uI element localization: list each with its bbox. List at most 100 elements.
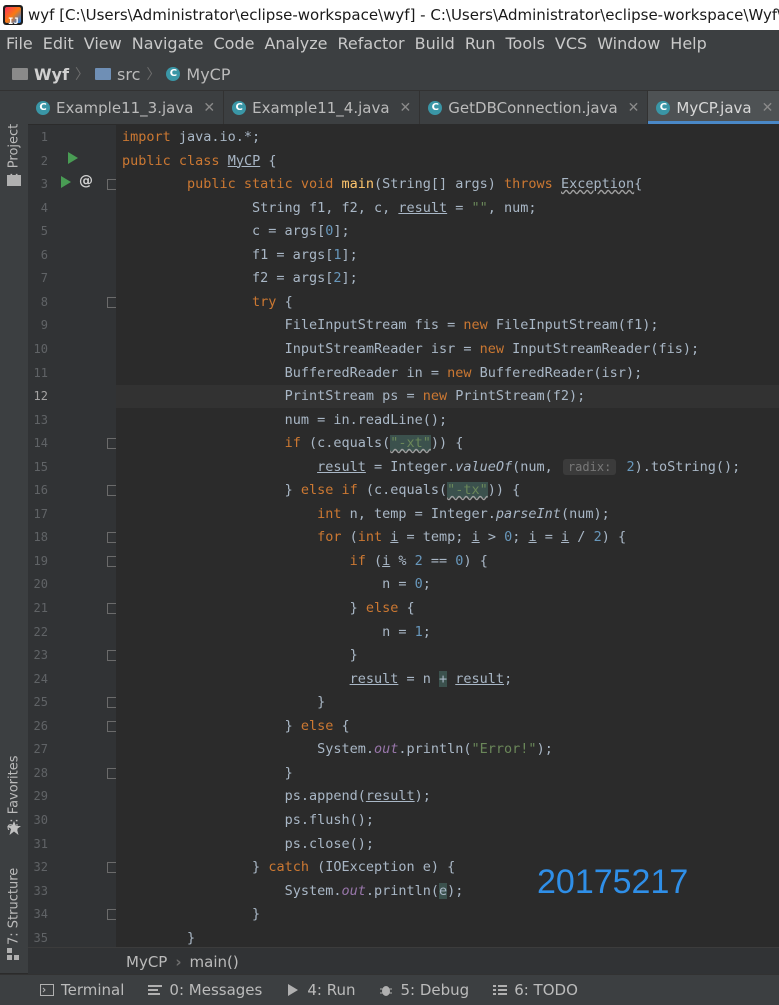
fold-marker-icon[interactable] — [107, 862, 116, 874]
fold-marker-icon[interactable] — [107, 650, 116, 662]
variable: i — [561, 529, 570, 546]
nav-folder[interactable]: src — [95, 65, 140, 84]
line-number: 20 — [33, 577, 48, 592]
variable: i — [528, 529, 537, 546]
line-number: 7 — [40, 271, 48, 286]
tab-mycp[interactable]: C MyCP.java ✕ — [648, 91, 779, 124]
variable: result — [398, 199, 448, 216]
debug-tool-button[interactable]: 5: Debug — [379, 981, 469, 999]
menu-navigate[interactable]: Navigate — [126, 30, 208, 58]
breadcrumb-class[interactable]: MyCP — [126, 953, 167, 971]
fold-marker-icon[interactable] — [107, 697, 116, 709]
menu-tools[interactable]: Tools — [500, 30, 549, 58]
menu-code[interactable]: Code — [208, 30, 259, 58]
todo-tool-button[interactable]: 6: TODO — [493, 981, 578, 999]
line-number: 9 — [40, 318, 48, 333]
code-text: / — [569, 529, 594, 546]
menu-run[interactable]: Run — [459, 30, 500, 58]
code-text: > — [479, 529, 505, 546]
terminal-icon — [40, 984, 54, 996]
string-literal: "Error!" — [471, 741, 537, 758]
code-text: } — [252, 859, 269, 876]
tab-example11-3[interactable]: C Example11_3.java ✕ — [28, 91, 225, 124]
line-number: 8 — [40, 294, 48, 309]
code-line-35: } — [122, 927, 195, 947]
terminal-tool-button[interactable]: Terminal — [40, 981, 124, 999]
code-line-21: } else { — [122, 597, 415, 620]
editor-breadcrumbs: MyCP › main() — [28, 947, 779, 975]
breadcrumb-method[interactable]: main() — [190, 953, 239, 971]
code-line-1: import java.io.*; — [122, 126, 260, 149]
line-number: 11 — [33, 365, 48, 380]
line-number: 24 — [33, 671, 48, 686]
window-title: wyf [C:\Users\Administrator\eclipse-work… — [28, 6, 779, 24]
code-text: } — [187, 929, 196, 946]
menu-file[interactable]: File — [0, 30, 37, 58]
nav-file[interactable]: C MyCP — [166, 65, 231, 84]
tab-label: Example11_3.java — [56, 98, 194, 117]
static-method: parseInt — [495, 505, 561, 522]
student-id-watermark: 20175217 — [537, 863, 689, 901]
code-line-14: if (c.equals("-xt")) { — [122, 432, 463, 455]
menu-vcs[interactable]: VCS — [549, 30, 591, 58]
fold-marker-icon[interactable] — [107, 909, 116, 921]
code-text: BufferedReader in = — [284, 364, 448, 381]
run-tool-button[interactable]: 4: Run — [286, 981, 355, 999]
fold-marker-icon[interactable] — [107, 767, 116, 779]
fold-marker-icon[interactable] — [107, 296, 116, 308]
menu-view[interactable]: View — [78, 30, 126, 58]
close-icon[interactable]: ✕ — [203, 100, 215, 116]
code-text: ps.close(); — [284, 835, 374, 852]
keyword: public class — [122, 152, 220, 169]
line-number: 3 — [40, 177, 48, 192]
tab-getdbconnection[interactable]: C GetDBConnection.java ✕ — [420, 91, 649, 124]
fold-marker-icon[interactable] — [107, 603, 116, 614]
number-literal: 0 — [504, 529, 513, 546]
project-tool-button[interactable]: 1: Project — [1, 103, 27, 185]
line-number: 26 — [33, 718, 48, 733]
line-number: 32 — [33, 860, 48, 875]
fold-marker-icon[interactable] — [107, 720, 116, 732]
menu-refactor[interactable]: Refactor — [332, 30, 409, 58]
fold-marker-icon[interactable] — [107, 485, 116, 497]
code-line-10: InputStreamReader isr = new InputStreamR… — [122, 338, 700, 361]
run-class-icon[interactable] — [68, 152, 78, 164]
code-text: ; — [422, 576, 431, 593]
string-literal: "-tx" — [447, 482, 488, 499]
keyword: if — [284, 435, 301, 452]
code-line-31: ps.close(); — [122, 833, 374, 856]
keyword: if — [349, 552, 366, 569]
structure-tool-button[interactable]: 7: Structure — [1, 861, 27, 945]
menu-analyze[interactable]: Analyze — [258, 30, 331, 58]
run-main-icon[interactable] — [61, 176, 71, 188]
fold-marker-icon[interactable] — [107, 555, 116, 567]
close-icon[interactable]: ✕ — [628, 100, 640, 116]
keyword: else — [365, 600, 399, 616]
keyword: catch — [268, 859, 309, 876]
fold-marker-icon[interactable] — [107, 438, 116, 450]
code-text: c = args[ — [252, 223, 326, 240]
close-icon[interactable]: ✕ — [762, 100, 774, 116]
line-number: 23 — [33, 648, 48, 663]
code-line-13: num = in.readLine(); — [122, 409, 448, 432]
fold-marker-icon[interactable] — [107, 532, 116, 544]
code-text: { — [260, 152, 277, 169]
menu-edit[interactable]: Edit — [37, 30, 78, 58]
code-line-19: if (i % 2 == 0) { — [122, 550, 488, 573]
close-icon[interactable]: ✕ — [400, 100, 412, 116]
menu-window[interactable]: Window — [591, 30, 664, 58]
code-text: = Integer. — [365, 458, 456, 475]
code-line-20: n = 0; — [122, 573, 431, 596]
messages-tool-button[interactable]: 0: Messages — [148, 981, 262, 999]
keyword: else — [300, 717, 334, 734]
code-text: == — [422, 552, 456, 569]
nav-project[interactable]: Wyf — [12, 65, 69, 84]
fold-marker-icon[interactable] — [107, 179, 116, 191]
menu-help[interactable]: Help — [664, 30, 710, 58]
tab-example11-4[interactable]: C Example11_4.java ✕ — [224, 91, 421, 124]
menu-build[interactable]: Build — [409, 30, 459, 58]
code-editor[interactable]: import java.io.*; public class MyCP { pu… — [116, 125, 779, 947]
code-line-17: int n, temp = Integer.parseInt(num); — [122, 503, 610, 526]
code-text: } — [349, 600, 366, 616]
favorites-tool-button[interactable]: 2: Favorites — [1, 739, 27, 831]
